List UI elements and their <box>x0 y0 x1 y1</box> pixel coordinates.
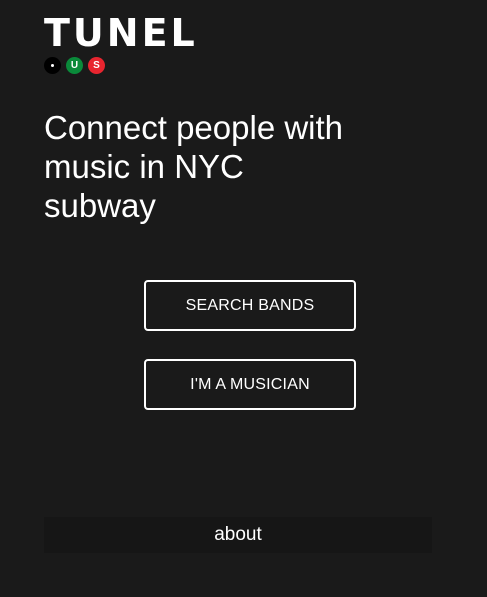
subway-line-badges: U S <box>44 57 198 74</box>
logo[interactable]: TUNEL U S <box>44 14 198 74</box>
hero-headline: Connect people with music in NYC subway <box>44 109 344 224</box>
u-line-badge: U <box>66 57 83 74</box>
search-bands-button[interactable]: SEARCH BANDS <box>144 280 356 331</box>
im-a-musician-button[interactable]: I'M A MUSICIAN <box>144 359 356 410</box>
footer-bar: about <box>44 517 432 553</box>
s-line-badge: S <box>88 57 105 74</box>
about-link[interactable]: about <box>214 524 262 546</box>
logo-wordmark: TUNEL <box>44 11 198 55</box>
dot-icon <box>44 57 61 74</box>
